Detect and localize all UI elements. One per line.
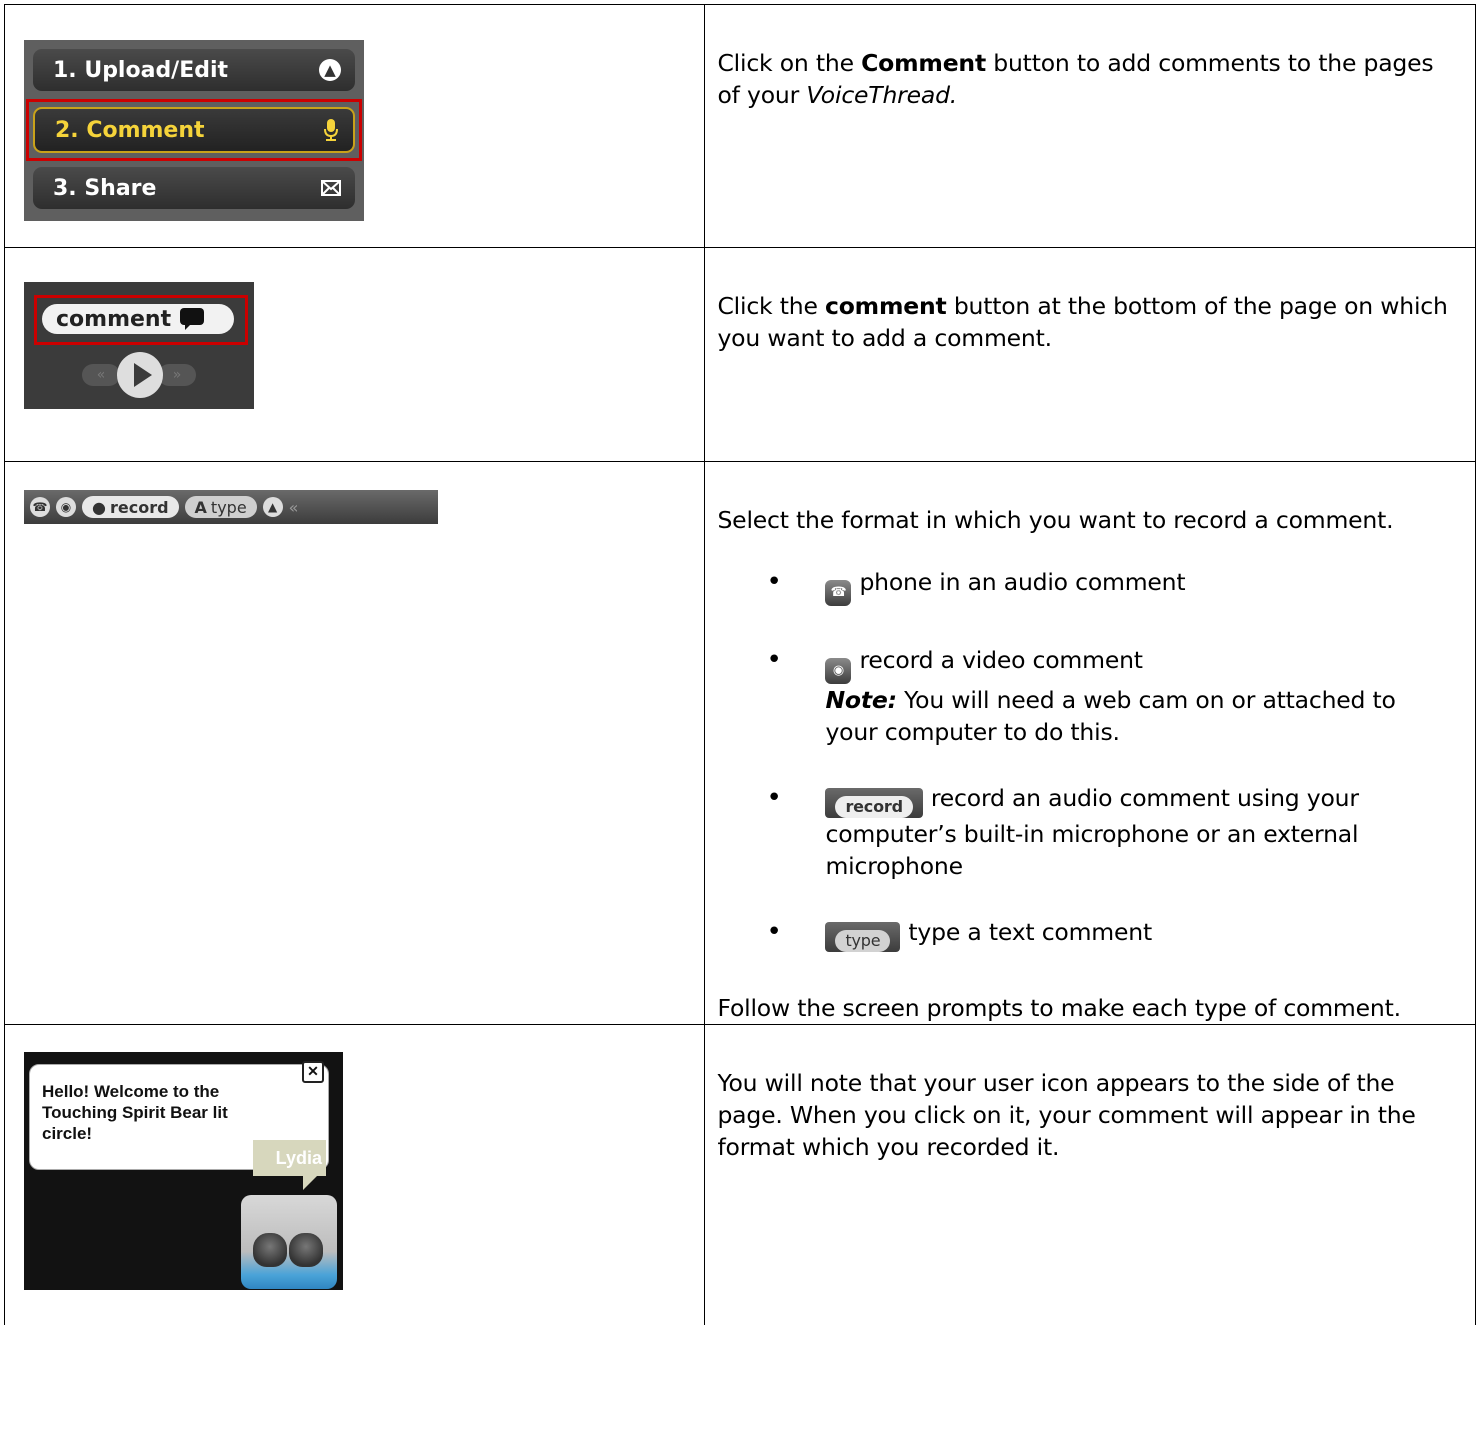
format-options-list: ☎ phone in an audio comment ◉ record a vid…	[717, 566, 1455, 952]
note-label: Note:	[825, 686, 897, 714]
text-cell: Select the format in which you want to r…	[704, 461, 1476, 1025]
record-label: record	[109, 497, 169, 517]
menu-item-label: 3. Share	[53, 175, 157, 201]
comment-button-screenshot: comment « »	[24, 282, 254, 409]
note-text: You will need a web cam on or attached t…	[825, 686, 1396, 746]
record-button-icon: record	[825, 788, 923, 818]
step-description: Click the comment button at the bottom o…	[705, 248, 1475, 354]
bold-text: Comment	[861, 49, 986, 77]
intro-text: Select the format in which you want to r…	[717, 506, 1394, 534]
phone-icon[interactable]: ☎	[30, 497, 50, 517]
video-camera-icon[interactable]: ◉	[56, 497, 76, 517]
table-row: comment « » Click the comment button at …	[3, 247, 1476, 462]
collapse-icon[interactable]: «	[289, 498, 299, 517]
highlight-box	[26, 99, 362, 161]
text-a-icon: A	[194, 497, 207, 517]
image-cell: ☎ ◉ ● record Atype ▲ «	[3, 461, 706, 1025]
step-description: Click on the Comment button to add comme…	[705, 5, 1475, 111]
kitten-image	[253, 1233, 287, 1267]
type-label: type	[210, 497, 247, 517]
bold-text: comment	[824, 292, 947, 320]
menu-item-label: 1. Upload/Edit	[53, 57, 229, 83]
text-cell: Click the comment button at the bottom o…	[704, 247, 1476, 462]
text: Click the	[717, 292, 825, 320]
outro-text: Follow the screen prompts to make each t…	[717, 994, 1401, 1022]
comment-bubble-screenshot: Hello! Welcome to the Touching Spirit Be…	[24, 1052, 343, 1290]
user-name: Lydia	[275, 1148, 322, 1168]
phone-icon: ☎	[825, 580, 852, 606]
type-button-icon: type	[825, 922, 901, 952]
table-row: 1. Upload/Edit ▲ 2. Comment 3. Share Cli…	[3, 4, 1476, 248]
share-button[interactable]: 3. Share	[33, 167, 355, 209]
highlight-box	[34, 295, 248, 345]
option-text: phone in an audio comment	[859, 568, 1186, 596]
type-button[interactable]: Atype	[184, 496, 257, 518]
instruction-table: 1. Upload/Edit ▲ 2. Comment 3. Share Cli…	[3, 4, 1476, 1325]
upload-arrow-icon: ▲	[319, 59, 341, 81]
text: Click on the	[717, 49, 862, 77]
type-label: type	[835, 930, 891, 952]
list-item: ☎ phone in an audio comment	[717, 566, 1455, 606]
comment-format-toolbar: ☎ ◉ ● record Atype ▲ «	[24, 490, 438, 524]
record-button[interactable]: ● record	[82, 496, 179, 518]
rewind-icon: «	[82, 364, 120, 386]
kitten-image	[289, 1233, 323, 1267]
step-description: Select the format in which you want to r…	[705, 462, 1475, 1024]
option-text: type a text comment	[908, 918, 1152, 946]
image-cell: Hello! Welcome to the Touching Spirit Be…	[3, 1024, 706, 1325]
avatar[interactable]	[241, 1195, 337, 1289]
text-cell: You will note that your user icon appear…	[704, 1024, 1476, 1325]
list-item: ◉ record a video comment Note: You will n…	[717, 644, 1455, 748]
microphone-icon: ●	[92, 497, 106, 517]
table-row: ☎ ◉ ● record Atype ▲ « Select the format …	[3, 461, 1476, 1025]
record-label: record	[835, 796, 913, 818]
upload-arrow-icon[interactable]: ▲	[262, 497, 283, 517]
image-cell: comment « »	[3, 247, 706, 462]
bubble-text: Hello! Welcome to the Touching Spirit Be…	[42, 1082, 228, 1143]
list-item: type type a text comment	[717, 916, 1455, 952]
option-text: record a video comment	[859, 646, 1143, 674]
list-item: recordrecord an audio comment using your…	[717, 782, 1455, 882]
text-cell: Click on the Comment button to add comme…	[704, 4, 1476, 248]
step-menu-screenshot: 1. Upload/Edit ▲ 2. Comment 3. Share	[24, 40, 364, 221]
user-name-tag: Lydia	[253, 1140, 326, 1190]
envelope-icon	[321, 180, 341, 196]
italic-text: VoiceThread.	[806, 81, 958, 109]
upload-edit-button[interactable]: 1. Upload/Edit ▲	[33, 49, 355, 91]
play-icon[interactable]	[117, 352, 163, 398]
close-icon[interactable]: ✕	[302, 1061, 324, 1083]
table-row: Hello! Welcome to the Touching Spirit Be…	[3, 1024, 1476, 1325]
image-cell: 1. Upload/Edit ▲ 2. Comment 3. Share	[3, 4, 706, 248]
step-description: You will note that your user icon appear…	[717, 1069, 1416, 1161]
video-camera-icon: ◉	[825, 658, 852, 684]
fast-forward-icon: »	[158, 364, 196, 386]
